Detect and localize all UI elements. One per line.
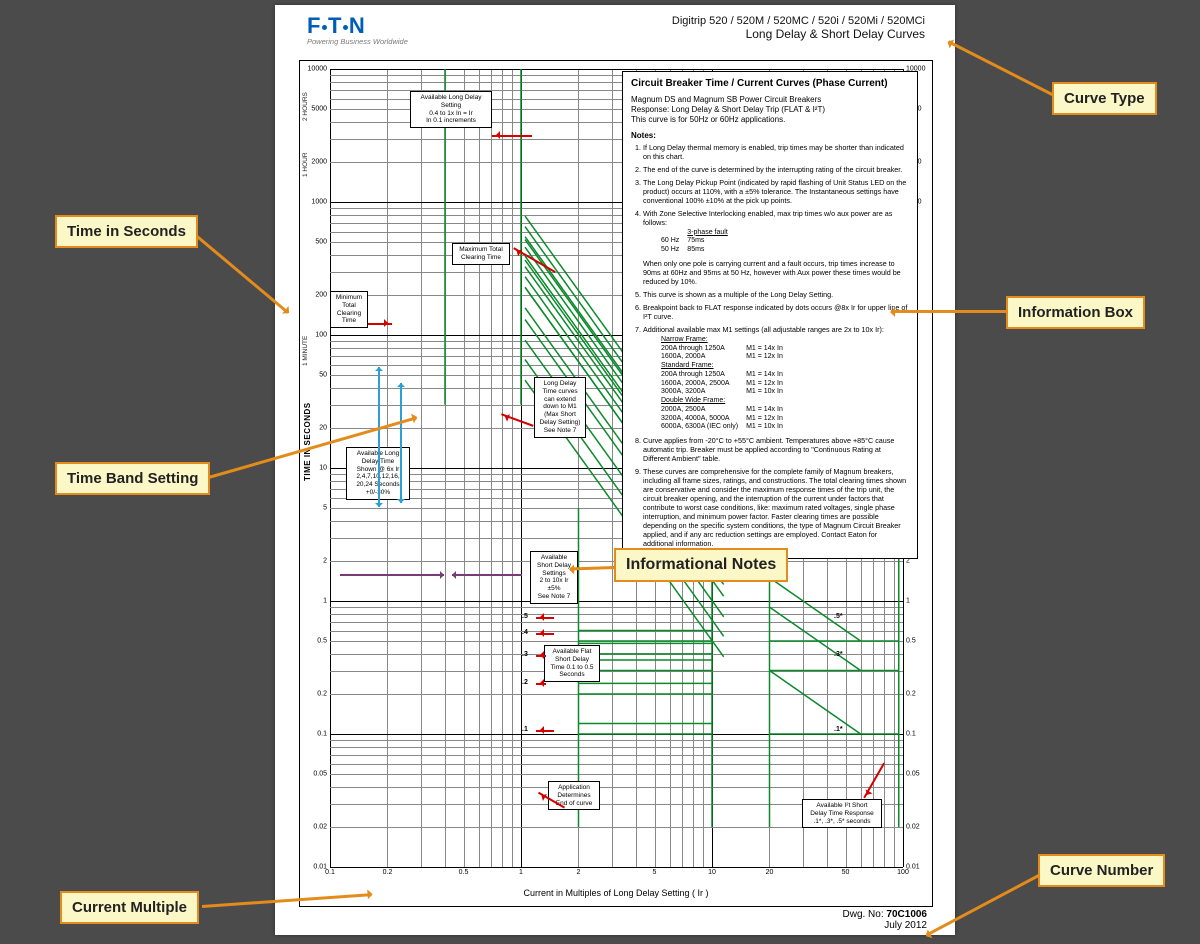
frames-table: Narrow Frame: 200A through 1250AM1 = 14x… [661, 336, 791, 432]
sd-tick-05: .5 [522, 613, 528, 620]
label-available-ld-setting: Available Long DelaySetting0.4 to 1x In … [410, 91, 492, 128]
eaton-logo: FTN Powering Business Worldwide [307, 13, 408, 46]
label-flat-sd: Available FlatShort DelayTime 0.1 to 0.5… [544, 645, 600, 682]
label-max-clearing: Maximum TotalClearing Time [452, 243, 510, 265]
notes-list: If Long Delay thermal memory is enabled,… [631, 143, 909, 549]
arrow-sd-range-left [340, 574, 444, 576]
callout-info-notes: Informational Notes [614, 548, 788, 582]
note-9: These curves are comprehensive for the c… [643, 467, 909, 548]
callout-time-band: Time Band Setting [55, 462, 210, 495]
label-sd-settings: AvailableShort DelaySettings2 to 10x Ir±… [530, 551, 578, 604]
note-3: The Long Delay Pickup Point (indicated b… [643, 178, 909, 205]
zsi-table: 3-phase fault 60 Hz75ms 50 Hz85ms [661, 229, 736, 255]
information-box: Circuit Breaker Time / Current Curves (P… [622, 71, 918, 559]
brand-tagline: Powering Business Worldwide [307, 37, 408, 46]
note-4: With Zone Selective Interlocking enabled… [643, 209, 909, 286]
sd-tick-03s: .3* [834, 651, 843, 658]
label-ld-extend: Long DelayTime curvescan extenddown to M… [534, 377, 586, 438]
sd-tick-01: .1 [522, 726, 528, 733]
info-title: Circuit Breaker Time / Current Curves (P… [631, 78, 909, 91]
sd-tick-04: .4 [522, 629, 528, 636]
label-i2t: Available I²t ShortDelay Time Response.1… [802, 799, 882, 828]
label-app-end: ApplicationDeterminesEnd of curve [548, 781, 600, 810]
product-line: Digitrip 520 / 520M / 520MC / 520i / 520… [672, 15, 925, 27]
sd-tick-02: .2 [522, 679, 528, 686]
leader-curve-type [948, 40, 1061, 99]
chart-frame: 0.10.20.51251020501000.010.010.020.020.0… [299, 60, 933, 907]
sd-tick-03: .3 [522, 651, 528, 658]
arrow-sd-range-right [452, 574, 522, 576]
notes-heading: Notes: [631, 131, 909, 141]
note-8: Curve applies from -20°C to +55°C ambien… [643, 436, 909, 463]
y-unit-1minute: 1 MINUTE [302, 336, 309, 366]
callout-time-seconds: Time in Seconds [55, 215, 198, 248]
arrow-time-band-cyan2 [400, 383, 402, 503]
drawing-number: Dwg. No: 70C1006 July 2012 [843, 909, 928, 931]
y-unit-1hour: 1 HOUR [302, 152, 309, 177]
callout-curve-num: Curve Number [1038, 854, 1165, 887]
y-unit-2hours: 2 HOURS [302, 92, 309, 121]
arrow-time-band-cyan [378, 367, 380, 507]
note-5: This curve is shown as a multiple of the… [643, 290, 909, 299]
curves-title: Long Delay & Short Delay Curves [672, 27, 925, 41]
label-min-clearing: MinimumTotalClearingTime [330, 291, 368, 328]
info-subtitle: Magnum DS and Magnum SB Power Circuit Br… [631, 95, 909, 125]
note-2: The end of the curve is determined by th… [643, 165, 909, 174]
note-6: Breakpoint back to FLAT response indicat… [643, 303, 909, 321]
callout-info-box: Information Box [1006, 296, 1145, 329]
note-7: Additional available max M1 settings (al… [643, 325, 909, 432]
datasheet-page: FTN Powering Business Worldwide Digitrip… [275, 5, 955, 935]
callout-curve-type: Curve Type [1052, 82, 1157, 115]
x-axis-label: Current in Multiples of Long Delay Setti… [300, 888, 932, 898]
callout-current-mult: Current Multiple [60, 891, 199, 924]
brand-text: FTN [307, 13, 408, 39]
note-1: If Long Delay thermal memory is enabled,… [643, 143, 909, 161]
sd-tick-05s: .5* [834, 613, 843, 620]
y-axis-label: TIME IN SECONDS [303, 402, 312, 481]
leader-info-box [891, 310, 1006, 313]
sd-tick-01s: .1* [834, 726, 843, 733]
header-right: Digitrip 520 / 520M / 520MC / 520i / 520… [672, 15, 925, 41]
stage: FTN Powering Business Worldwide Digitrip… [0, 0, 1200, 944]
